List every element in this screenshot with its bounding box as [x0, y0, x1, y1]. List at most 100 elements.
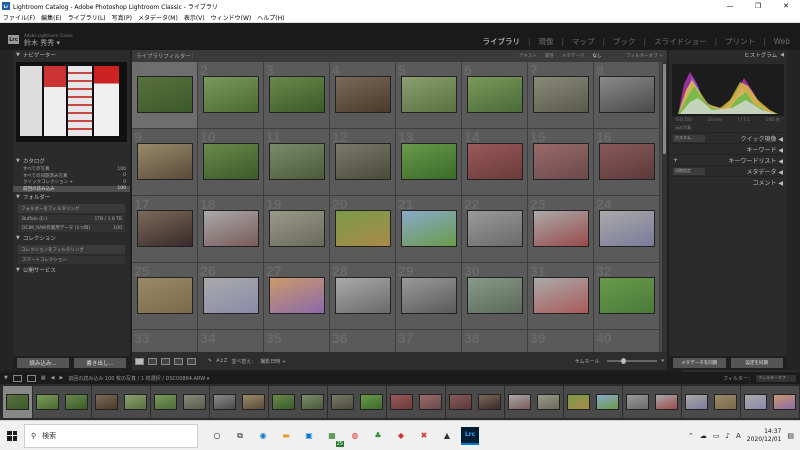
grid-cell[interactable]: 20 [330, 196, 396, 263]
ime-indicator[interactable]: A [736, 432, 741, 440]
menu-window[interactable]: ウィンドウ(W) [211, 13, 252, 22]
survey-view-icon[interactable] [174, 357, 183, 365]
module-develop[interactable]: 現像 [538, 36, 553, 47]
tray-volume-icon[interactable]: ♪ [726, 432, 730, 440]
grid-cell[interactable]: 40 [594, 330, 660, 352]
grid-cell[interactable]: 22 [462, 196, 528, 263]
photo-thumbnail[interactable] [401, 143, 457, 180]
filmstrip-thumbnail[interactable] [537, 394, 560, 410]
edge-icon[interactable]: ◉ [254, 427, 272, 445]
photo-thumbnail[interactable] [533, 76, 589, 113]
filmstrip-thumbnail[interactable] [301, 394, 324, 410]
grid-cell[interactable]: 34 [198, 330, 264, 352]
navigator-preview[interactable] [16, 62, 127, 142]
filmstrip-cell[interactable] [180, 386, 209, 418]
grid-cell[interactable]: 9 [132, 129, 198, 196]
filmstrip-cell[interactable] [32, 386, 62, 418]
back-arrow-icon[interactable]: ◀ [51, 375, 55, 381]
filmstrip-thumbnail[interactable] [566, 394, 590, 410]
grid-view-icon[interactable] [135, 357, 144, 365]
filmstrip-cell[interactable] [681, 386, 711, 418]
histogram-header[interactable]: ヒストグラム ◀ [669, 50, 787, 60]
photo-thumbnail[interactable] [599, 76, 655, 113]
grid-cell[interactable]: 21 [396, 196, 462, 263]
menu-metadata[interactable]: メタデータ(M) [138, 13, 178, 22]
grid-cell[interactable]: 1 [132, 62, 198, 129]
filmstrip-cell[interactable] [62, 386, 91, 418]
app-red-icon[interactable]: ◆ [392, 427, 410, 445]
filmstrip-thumbnail[interactable] [507, 394, 531, 410]
filmstrip-cell[interactable] [475, 386, 504, 418]
photo-thumbnail[interactable] [533, 210, 589, 247]
filmstrip-cell[interactable] [622, 386, 652, 418]
app-gray-icon[interactable]: ▲ [438, 427, 456, 445]
filmstrip-cell[interactable] [239, 386, 268, 418]
grid-cell[interactable]: 17 [132, 196, 198, 263]
photo-thumbnail[interactable] [137, 210, 193, 247]
filmstrip-cell[interactable] [711, 386, 740, 418]
grid-cell[interactable]: 11 [264, 129, 330, 196]
sort-dropdown[interactable]: 撮影日時 ÷ [260, 358, 286, 365]
filmstrip-cell[interactable] [3, 386, 32, 418]
filmstrip-thumbnail[interactable] [212, 394, 236, 410]
photo-thumbnail[interactable] [335, 143, 391, 180]
grid-scrollbar[interactable] [662, 62, 667, 352]
toolbar-menu-icon[interactable]: ▾ [661, 358, 664, 364]
filmstrip-cell[interactable] [91, 386, 121, 418]
photo-thumbnail[interactable] [533, 277, 589, 314]
grid-cell[interactable]: 3 [264, 62, 330, 129]
filmstrip-cell[interactable] [298, 386, 327, 418]
identity-user[interactable]: 鈴木 秀秀 ▾ [24, 38, 60, 48]
grid-icon[interactable]: ▦ [41, 375, 46, 381]
filmstrip-thumbnail[interactable] [6, 394, 29, 410]
module-web[interactable]: Web [774, 37, 790, 46]
grid-cell[interactable]: 2 [198, 62, 264, 129]
photo-thumbnail[interactable] [203, 76, 259, 113]
photo-thumbnail[interactable] [269, 277, 325, 314]
photo-thumbnail[interactable] [533, 143, 589, 180]
photo-thumbnail[interactable] [203, 210, 259, 247]
loupe-view-icon[interactable] [148, 357, 157, 365]
comments-header[interactable]: コメント ◀ [669, 176, 787, 187]
taskbar-clock[interactable]: 14:37 2020/12/01 [747, 428, 782, 444]
photo-thumbnail[interactable] [269, 76, 325, 113]
start-button[interactable] [0, 421, 24, 450]
menu-help[interactable]: ヘルプ(H) [257, 13, 284, 22]
grid-cell[interactable]: 6 [462, 62, 528, 129]
folder-row[interactable]: DCIM_RAW作業用データ (1つ目) 100 [18, 224, 125, 232]
forward-arrow-icon[interactable]: ▶ [59, 375, 63, 381]
photo-thumbnail[interactable] [467, 143, 523, 180]
volume-row[interactable]: Buffalo (E:) 1TB / 1.8 TB [18, 215, 125, 223]
grid-cell[interactable]: 36 [330, 330, 396, 352]
filmstrip-thumbnail[interactable] [153, 394, 177, 410]
photo-thumbnail[interactable] [599, 143, 655, 180]
chrome-icon[interactable]: ◍ [346, 427, 364, 445]
grid-cell[interactable]: 23 [528, 196, 594, 263]
filmstrip-thumbnail[interactable] [419, 394, 442, 410]
filmstrip-source-info[interactable]: 前回の読み込み 100 枚の写真 / 1 枚選択 / DSC00864.ARW … [68, 375, 209, 382]
grid-cell[interactable]: 18 [198, 196, 264, 263]
filmstrip-filter-dropdown[interactable]: フィルターオフ [756, 374, 796, 382]
sync-metadata-button[interactable]: メタデータを同期 [673, 358, 726, 368]
grid-cell[interactable]: 14 [462, 129, 528, 196]
filmstrip-thumbnail[interactable] [94, 394, 118, 410]
keyword-list-header[interactable]: + キーワードリスト ◀ [669, 154, 787, 165]
filmstrip-thumbnail[interactable] [684, 394, 708, 410]
filmstrip-thumbnail[interactable] [773, 394, 796, 410]
filmstrip-cell[interactable] [121, 386, 150, 418]
photo-thumbnail[interactable] [599, 277, 655, 314]
filmstrip-thumbnail[interactable] [124, 394, 147, 410]
tray-chevron-icon[interactable]: ⌃ [688, 432, 694, 440]
photo-thumbnail[interactable] [401, 210, 457, 247]
tray-cloud-icon[interactable]: ☁ [700, 432, 707, 440]
photo-thumbnail[interactable] [335, 277, 391, 314]
painter-icon[interactable]: ✎ [208, 358, 212, 364]
grid-cell[interactable]: 10 [198, 129, 264, 196]
menu-photo[interactable]: 写真(P) [112, 13, 132, 22]
grid-cell[interactable]: 13 [396, 129, 462, 196]
grid-cell[interactable]: 27 [264, 263, 330, 330]
filmstrip-cell[interactable] [563, 386, 593, 418]
lightroom-taskbar-icon[interactable]: Lrc [461, 426, 479, 445]
filmstrip-thumbnail[interactable] [360, 394, 383, 410]
filmstrip-cell[interactable] [593, 386, 622, 418]
